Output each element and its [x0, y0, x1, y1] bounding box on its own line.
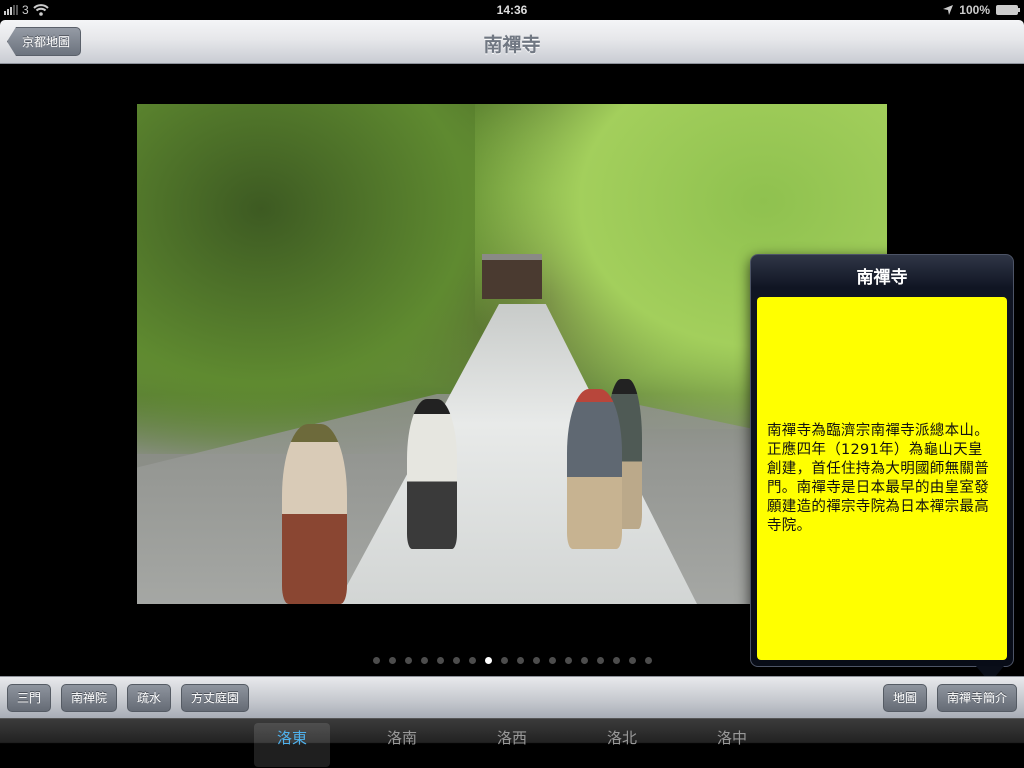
page-dot[interactable]: [548, 657, 556, 664]
page-dot[interactable]: [372, 657, 380, 664]
page-dot[interactable]: [516, 657, 524, 664]
page-dot[interactable]: [468, 657, 476, 664]
page-dot[interactable]: [628, 657, 636, 664]
popover-title: 南禪寺: [856, 268, 908, 288]
page-dot[interactable]: [452, 657, 460, 664]
page-dot[interactable]: [596, 657, 604, 664]
tab-rakuchu[interactable]: 洛中: [694, 723, 770, 767]
popover-body: 南禪寺為臨濟宗南禪寺派總本山。正應四年（1291年）為龜山天皇創建，首任住持為大…: [757, 297, 1007, 660]
page-dot[interactable]: [388, 657, 396, 664]
status-time: 14:36: [496, 3, 528, 17]
tab-rakuto[interactable]: 洛東: [254, 723, 330, 767]
page-title: 南禪寺: [483, 34, 541, 56]
battery-icon: [996, 5, 1020, 15]
info-popover: 南禪寺 南禪寺為臨濟宗南禪寺派總本山。正應四年（1291年）為龜山天皇創建，首任…: [750, 254, 1014, 667]
page-dot[interactable]: [644, 657, 652, 664]
photo-gate: [482, 254, 542, 299]
page-dot[interactable]: [420, 657, 428, 664]
nanzenin-button[interactable]: 南禅院: [61, 684, 118, 712]
battery-percent: 100%: [959, 3, 990, 17]
hojo-garden-button[interactable]: 方丈庭園: [181, 684, 250, 712]
status-bar: 3 14:36 100%: [0, 0, 1024, 20]
tab-bar: 洛東 洛南 洛西 洛北 洛中: [0, 718, 1024, 768]
photo-person: [282, 424, 347, 604]
page-dot[interactable]: [404, 657, 412, 664]
tab-rakusai[interactable]: 洛西: [474, 723, 550, 767]
bottom-toolbar: 三門 南禅院 疏水 方丈庭園 地圖 南禪寺簡介: [0, 676, 1024, 718]
page-dot[interactable]: [564, 657, 572, 664]
photo-person: [407, 399, 457, 549]
map-button[interactable]: 地圖: [883, 684, 928, 712]
temple-intro-button[interactable]: 南禪寺簡介: [937, 684, 1018, 712]
tab-rakuhoku[interactable]: 洛北: [584, 723, 660, 767]
page-dot[interactable]: [580, 657, 588, 664]
location-arrow-icon: [943, 5, 954, 15]
status-right: 100%: [943, 3, 1020, 17]
popover-description: 南禪寺為臨濟宗南禪寺派總本山。正應四年（1291年）為龜山天皇創建，首任住持為大…: [767, 422, 989, 534]
page-dot[interactable]: [612, 657, 620, 664]
page-dot[interactable]: [436, 657, 444, 664]
page-dot[interactable]: [532, 657, 540, 664]
page-dot[interactable]: [500, 657, 508, 664]
sanmon-button[interactable]: 三門: [7, 684, 52, 712]
navigation-bar: 京都地圖 南禪寺: [0, 20, 1024, 64]
canal-button[interactable]: 疏水: [127, 684, 172, 712]
tab-rakunan[interactable]: 洛南: [364, 723, 440, 767]
photo-person: [567, 389, 622, 549]
page-dot[interactable]: [484, 657, 492, 664]
